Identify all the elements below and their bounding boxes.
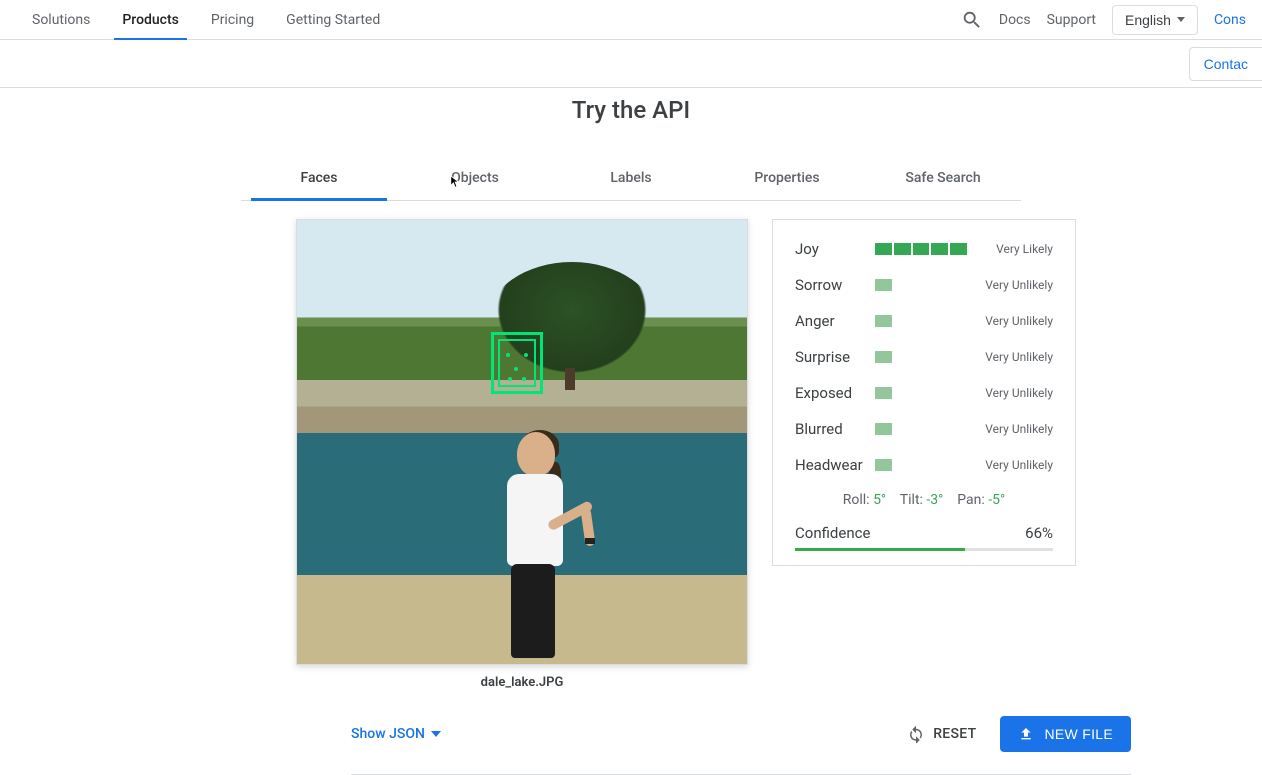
console-link[interactable]: Cons bbox=[1214, 12, 1246, 28]
metric-value: Very Unlikely bbox=[985, 350, 1053, 364]
content-row: dale_lake.JPG Joy Very Likely Sorrow Very U… bbox=[186, 219, 1076, 690]
pan-label: Pan: bbox=[957, 492, 985, 508]
image-column: dale_lake.JPG bbox=[296, 219, 748, 690]
metric-row: Blurred Very Unlikely bbox=[795, 420, 1053, 438]
show-json-toggle[interactable]: Show JSON bbox=[351, 726, 441, 742]
upload-icon bbox=[1018, 726, 1034, 742]
confidence-value: 66% bbox=[1025, 524, 1053, 542]
photo-trunk bbox=[565, 368, 575, 390]
pose-readout: Roll: 5° Tilt: -3° Pan: -5° bbox=[795, 492, 1053, 508]
right-actions: RESET NEW FILE bbox=[907, 716, 1131, 752]
metric-value: Very Unlikely bbox=[985, 458, 1053, 472]
tab-safe-search[interactable]: Safe Search bbox=[865, 156, 1021, 200]
analyzed-image bbox=[296, 219, 748, 665]
tab-objects[interactable]: Objects bbox=[397, 156, 553, 200]
metric-label: Exposed bbox=[795, 384, 875, 402]
metric-label: Surprise bbox=[795, 348, 875, 366]
landmark-icon bbox=[524, 353, 528, 357]
show-json-label: Show JSON bbox=[351, 726, 425, 742]
result-tabs: Faces Objects Labels Properties Safe Sea… bbox=[241, 156, 1021, 201]
tilt-label: Tilt: bbox=[900, 492, 923, 508]
metric-row: Surprise Very Unlikely bbox=[795, 348, 1053, 366]
face-bounding-box bbox=[491, 332, 543, 394]
roll-value: 5° bbox=[873, 492, 886, 508]
pan-value: -5° bbox=[988, 492, 1005, 508]
top-nav-left: Solutions Products Pricing Getting Start… bbox=[16, 0, 396, 40]
confidence-bar bbox=[795, 548, 1053, 551]
sub-bar: Contac bbox=[0, 40, 1262, 88]
results-panel: Joy Very Likely Sorrow Very Unlikely Anger Ve… bbox=[772, 219, 1076, 566]
language-selector[interactable]: English bbox=[1112, 5, 1198, 35]
language-label: English bbox=[1125, 12, 1171, 28]
metric-label: Sorrow bbox=[795, 276, 875, 294]
top-nav-right: Docs Support English Cons bbox=[961, 5, 1246, 35]
top-nav: Solutions Products Pricing Getting Start… bbox=[0, 0, 1262, 40]
actions-row: Show JSON RESET NEW FILE bbox=[351, 716, 1131, 775]
metric-row: Anger Very Unlikely bbox=[795, 312, 1053, 330]
metric-value: Very Likely bbox=[996, 242, 1053, 256]
metric-bar bbox=[875, 351, 967, 363]
metric-bar bbox=[875, 243, 967, 255]
metric-value: Very Unlikely bbox=[985, 278, 1053, 292]
metric-label: Joy bbox=[795, 240, 875, 258]
docs-link[interactable]: Docs bbox=[999, 12, 1031, 28]
reset-icon bbox=[907, 725, 925, 743]
tab-labels[interactable]: Labels bbox=[553, 156, 709, 200]
search-icon[interactable] bbox=[961, 9, 983, 31]
chevron-down-icon bbox=[431, 731, 441, 737]
chevron-down-icon bbox=[1177, 17, 1185, 22]
roll-label: Roll: bbox=[843, 492, 870, 508]
metric-bar bbox=[875, 387, 967, 399]
metric-bar bbox=[875, 279, 967, 291]
metric-value: Very Unlikely bbox=[985, 422, 1053, 436]
page-title: Try the API bbox=[0, 96, 1262, 124]
landmark-icon bbox=[522, 377, 526, 381]
contact-sales-button[interactable]: Contac bbox=[1189, 47, 1262, 81]
metric-label: Anger bbox=[795, 312, 875, 330]
metric-bar bbox=[875, 423, 967, 435]
confidence-label: Confidence bbox=[795, 524, 870, 542]
new-file-button[interactable]: NEW FILE bbox=[1000, 716, 1131, 752]
photo-person bbox=[487, 418, 607, 658]
metric-row: Headwear Very Unlikely bbox=[795, 456, 1053, 474]
metric-value: Very Unlikely bbox=[985, 386, 1053, 400]
tilt-value: -3° bbox=[926, 492, 943, 508]
metric-bar bbox=[875, 315, 967, 327]
confidence-row: Confidence 66% bbox=[795, 524, 1053, 542]
metric-row: Joy Very Likely bbox=[795, 240, 1053, 258]
landmark-icon bbox=[506, 353, 510, 357]
image-filename: dale_lake.JPG bbox=[296, 675, 748, 690]
nav-solutions[interactable]: Solutions bbox=[16, 0, 106, 40]
metric-row: Sorrow Very Unlikely bbox=[795, 276, 1053, 294]
nav-pricing[interactable]: Pricing bbox=[195, 0, 270, 40]
support-link[interactable]: Support bbox=[1047, 12, 1096, 28]
confidence-fill bbox=[795, 548, 965, 551]
tab-properties[interactable]: Properties bbox=[709, 156, 865, 200]
metric-label: Blurred bbox=[795, 420, 875, 438]
new-file-label: NEW FILE bbox=[1044, 726, 1113, 742]
landmark-icon bbox=[508, 377, 512, 381]
reset-label: RESET bbox=[933, 726, 976, 742]
metric-label: Headwear bbox=[795, 456, 875, 474]
metric-value: Very Unlikely bbox=[985, 314, 1053, 328]
landmark-icon bbox=[514, 367, 518, 371]
tab-faces[interactable]: Faces bbox=[241, 156, 397, 200]
page: Try the API Faces Objects Labels Propert… bbox=[0, 88, 1262, 775]
reset-button[interactable]: RESET bbox=[907, 725, 976, 743]
metric-bar bbox=[875, 459, 967, 471]
nav-getting-started[interactable]: Getting Started bbox=[270, 0, 396, 40]
metric-row: Exposed Very Unlikely bbox=[795, 384, 1053, 402]
nav-products[interactable]: Products bbox=[106, 0, 195, 40]
